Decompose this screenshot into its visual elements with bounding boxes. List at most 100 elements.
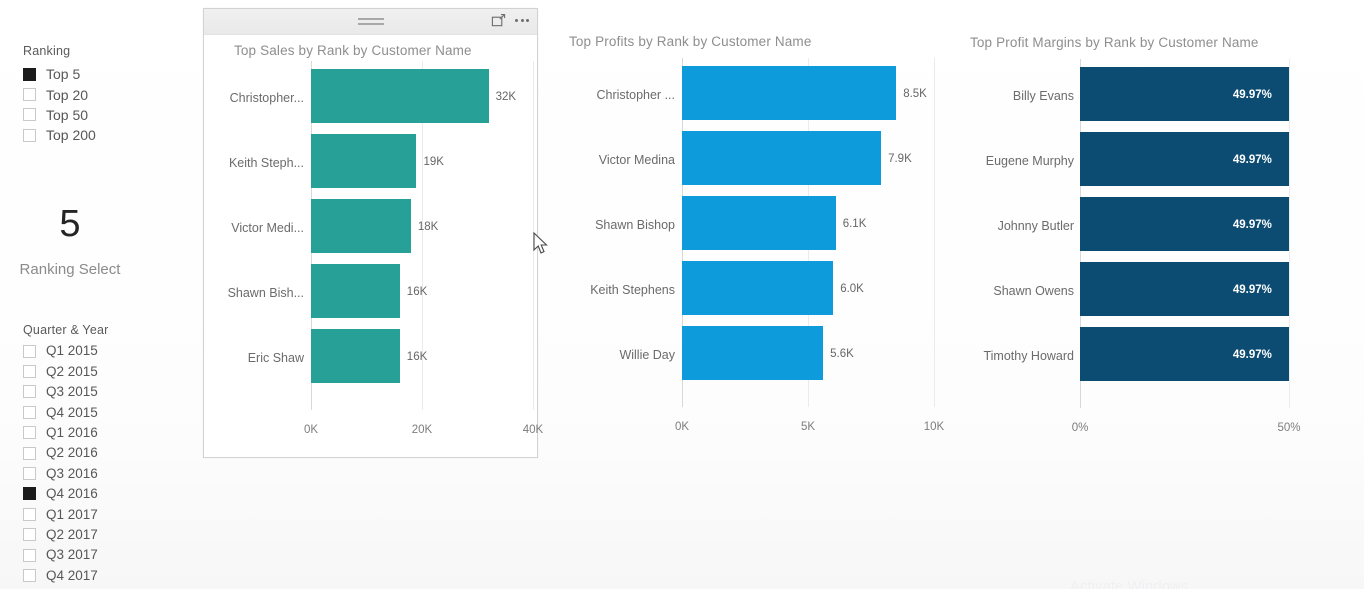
checkbox-unchecked-icon[interactable] — [23, 426, 36, 440]
checkbox-unchecked-icon[interactable] — [23, 467, 36, 481]
chart-bar[interactable] — [311, 329, 400, 383]
chart-bar[interactable] — [311, 199, 411, 253]
category-axis-label: Eric Shaw — [247, 351, 304, 365]
quarter-year-slicer-item[interactable]: Q2 2016 — [23, 443, 98, 463]
quarter-year-slicer-item-label: Q2 2016 — [46, 445, 98, 461]
chart-bar[interactable] — [311, 69, 489, 123]
more-options-icon[interactable] — [515, 13, 529, 28]
category-axis-label: Willie Day — [619, 348, 675, 362]
checkbox-unchecked-icon[interactable] — [23, 446, 36, 460]
quarter-year-slicer-item[interactable]: Q2 2017 — [23, 525, 98, 545]
checkbox-unchecked-icon[interactable] — [23, 528, 36, 542]
ranking-slicer-item[interactable]: Top 200 — [23, 125, 96, 145]
bar-data-label: 49.97% — [1232, 284, 1272, 296]
bar-data-label: 16K — [406, 351, 428, 363]
chart-bar[interactable] — [311, 264, 400, 318]
category-axis-label: Shawn Owens — [993, 284, 1074, 298]
ranking-select-value: 5 — [59, 203, 81, 245]
bar-data-label: 7.9K — [888, 153, 912, 165]
category-axis-label: Shawn Bish... — [227, 286, 304, 300]
quarter-year-slicer-item-label: Q2 2015 — [46, 363, 98, 379]
category-axis-label: Christopher ... — [596, 88, 675, 102]
bar-data-label: 49.97% — [1232, 349, 1272, 361]
quarter-year-slicer-item[interactable]: Q1 2015 — [23, 341, 98, 361]
plot-area-top-profit-margins: 0% 50% Billy Evans 49.97% Eugene Murphy 49.97… — [970, 59, 1345, 444]
quarter-year-slicer-item[interactable]: Q1 2016 — [23, 423, 98, 443]
x-axis-tick-label: 40K — [522, 424, 544, 436]
checkbox-unchecked-icon[interactable] — [23, 88, 36, 102]
chart-bar[interactable] — [682, 261, 834, 315]
mouse-cursor-icon — [533, 232, 548, 254]
chart-gridline — [934, 58, 935, 407]
ranking-slicer-title: Ranking — [23, 44, 71, 58]
chart-title-top-sales: Top Sales by Rank by Customer Name — [234, 43, 472, 58]
checkbox-checked-icon[interactable] — [23, 487, 36, 501]
checkbox-unchecked-icon[interactable] — [23, 128, 36, 142]
checkbox-unchecked-icon[interactable] — [23, 365, 36, 379]
category-axis-label: Keith Stephens — [590, 283, 675, 297]
visual-top-profits[interactable]: Top Profits by Rank by Customer Name 0K 5… — [560, 8, 950, 458]
quarter-year-slicer-item-label: Q3 2017 — [46, 547, 98, 563]
chart-bar[interactable] — [682, 66, 897, 120]
ranking-slicer-item-label: Top 5 — [46, 66, 81, 83]
checkbox-checked-icon[interactable] — [23, 67, 36, 81]
quarter-year-slicer-item-label: Q4 2015 — [46, 404, 98, 420]
quarter-year-slicer-item[interactable]: Q4 2017 — [23, 565, 98, 585]
quarter-year-slicer-item-label: Q2 2017 — [46, 526, 98, 542]
checkbox-unchecked-icon[interactable] — [23, 344, 36, 358]
bar-data-label: 8.5K — [903, 88, 927, 100]
drag-handle-icon[interactable] — [357, 18, 384, 28]
visual-header-icons — [491, 13, 529, 28]
chart-title-top-profits: Top Profits by Rank by Customer Name — [569, 34, 812, 49]
quarter-year-slicer-list: Q1 2015 Q2 2015 Q3 2015 Q4 2015 Q1 2016 Q2 20… — [23, 341, 98, 586]
checkbox-unchecked-icon[interactable] — [23, 385, 36, 399]
checkbox-unchecked-icon[interactable] — [23, 405, 36, 419]
chart-bar[interactable] — [682, 326, 824, 380]
quarter-year-slicer-item[interactable]: Q4 2016 — [23, 484, 98, 504]
report-sidebar: Ranking Top 5 Top 20 Top 50 Top 200 5 Ranki… — [0, 0, 196, 589]
chart-bar[interactable] — [311, 134, 417, 188]
quarter-year-slicer-item[interactable]: Q3 2015 — [23, 382, 98, 402]
quarter-year-slicer-item[interactable]: Q3 2017 — [23, 545, 98, 565]
plot-area-top-profits: 0K 5K 10K Christopher ... 8.5K Victor Medina 7… — [570, 58, 944, 443]
x-axis-tick-label: 0K — [303, 424, 319, 436]
chart-bar[interactable] — [682, 131, 882, 185]
bar-data-label: 5.6K — [830, 348, 854, 360]
chart-bar[interactable] — [682, 196, 836, 250]
ranking-slicer-item-label: Top 200 — [46, 127, 96, 144]
quarter-year-slicer-item-label: Q4 2017 — [46, 567, 98, 583]
ranking-slicer-item[interactable]: Top 50 — [23, 105, 96, 125]
x-axis-tick-label: 50% — [1277, 422, 1301, 434]
chart-gridline — [1289, 59, 1290, 408]
quarter-year-slicer-item[interactable]: Q4 2015 — [23, 402, 98, 422]
ranking-slicer-item[interactable]: Top 5 — [23, 64, 96, 84]
bar-data-label: 16K — [406, 286, 428, 298]
bar-data-label: 19K — [423, 156, 444, 168]
quarter-year-slicer-item-label: Q4 2016 — [46, 486, 98, 502]
checkbox-unchecked-icon[interactable] — [23, 507, 36, 521]
quarter-year-slicer-item[interactable]: Q2 2015 — [23, 361, 98, 381]
x-axis-tick-label: 20K — [411, 424, 433, 436]
quarter-year-slicer-item[interactable]: Q3 2016 — [23, 463, 98, 483]
ranking-select-caption: Ranking Select — [19, 261, 121, 278]
quarter-year-slicer-item-label: Q1 2015 — [46, 343, 98, 359]
category-axis-label: Victor Medi... — [231, 221, 304, 235]
quarter-year-slicer-item[interactable]: Q1 2017 — [23, 504, 98, 524]
ranking-slicer-item[interactable]: Top 20 — [23, 84, 96, 104]
x-axis-tick-label: 0% — [1071, 422, 1089, 434]
category-axis-label: Christopher... — [229, 91, 304, 105]
checkbox-unchecked-icon[interactable] — [23, 108, 36, 122]
category-axis-label: Victor Medina — [598, 153, 675, 167]
category-axis-label: Keith Steph... — [228, 156, 304, 170]
checkbox-unchecked-icon[interactable] — [23, 548, 36, 562]
power-bi-report-canvas: Ranking Top 5 Top 20 Top 50 Top 200 5 Ranki… — [0, 0, 1364, 589]
bar-data-label: 6.1K — [842, 218, 867, 230]
focus-mode-icon[interactable] — [491, 13, 506, 28]
x-axis-tick-label: 10K — [923, 421, 945, 433]
checkbox-unchecked-icon[interactable] — [23, 568, 36, 582]
visual-top-profit-margins[interactable]: Top Profit Margins by Rank by Customer N… — [960, 8, 1352, 458]
bar-data-label: 32K — [495, 91, 517, 103]
quarter-year-slicer-item-label: Q1 2016 — [46, 425, 98, 440]
visual-top-sales[interactable]: Top Sales by Rank by Customer Name 0K 20K… — [203, 8, 543, 458]
bar-data-label: 18K — [417, 221, 439, 233]
